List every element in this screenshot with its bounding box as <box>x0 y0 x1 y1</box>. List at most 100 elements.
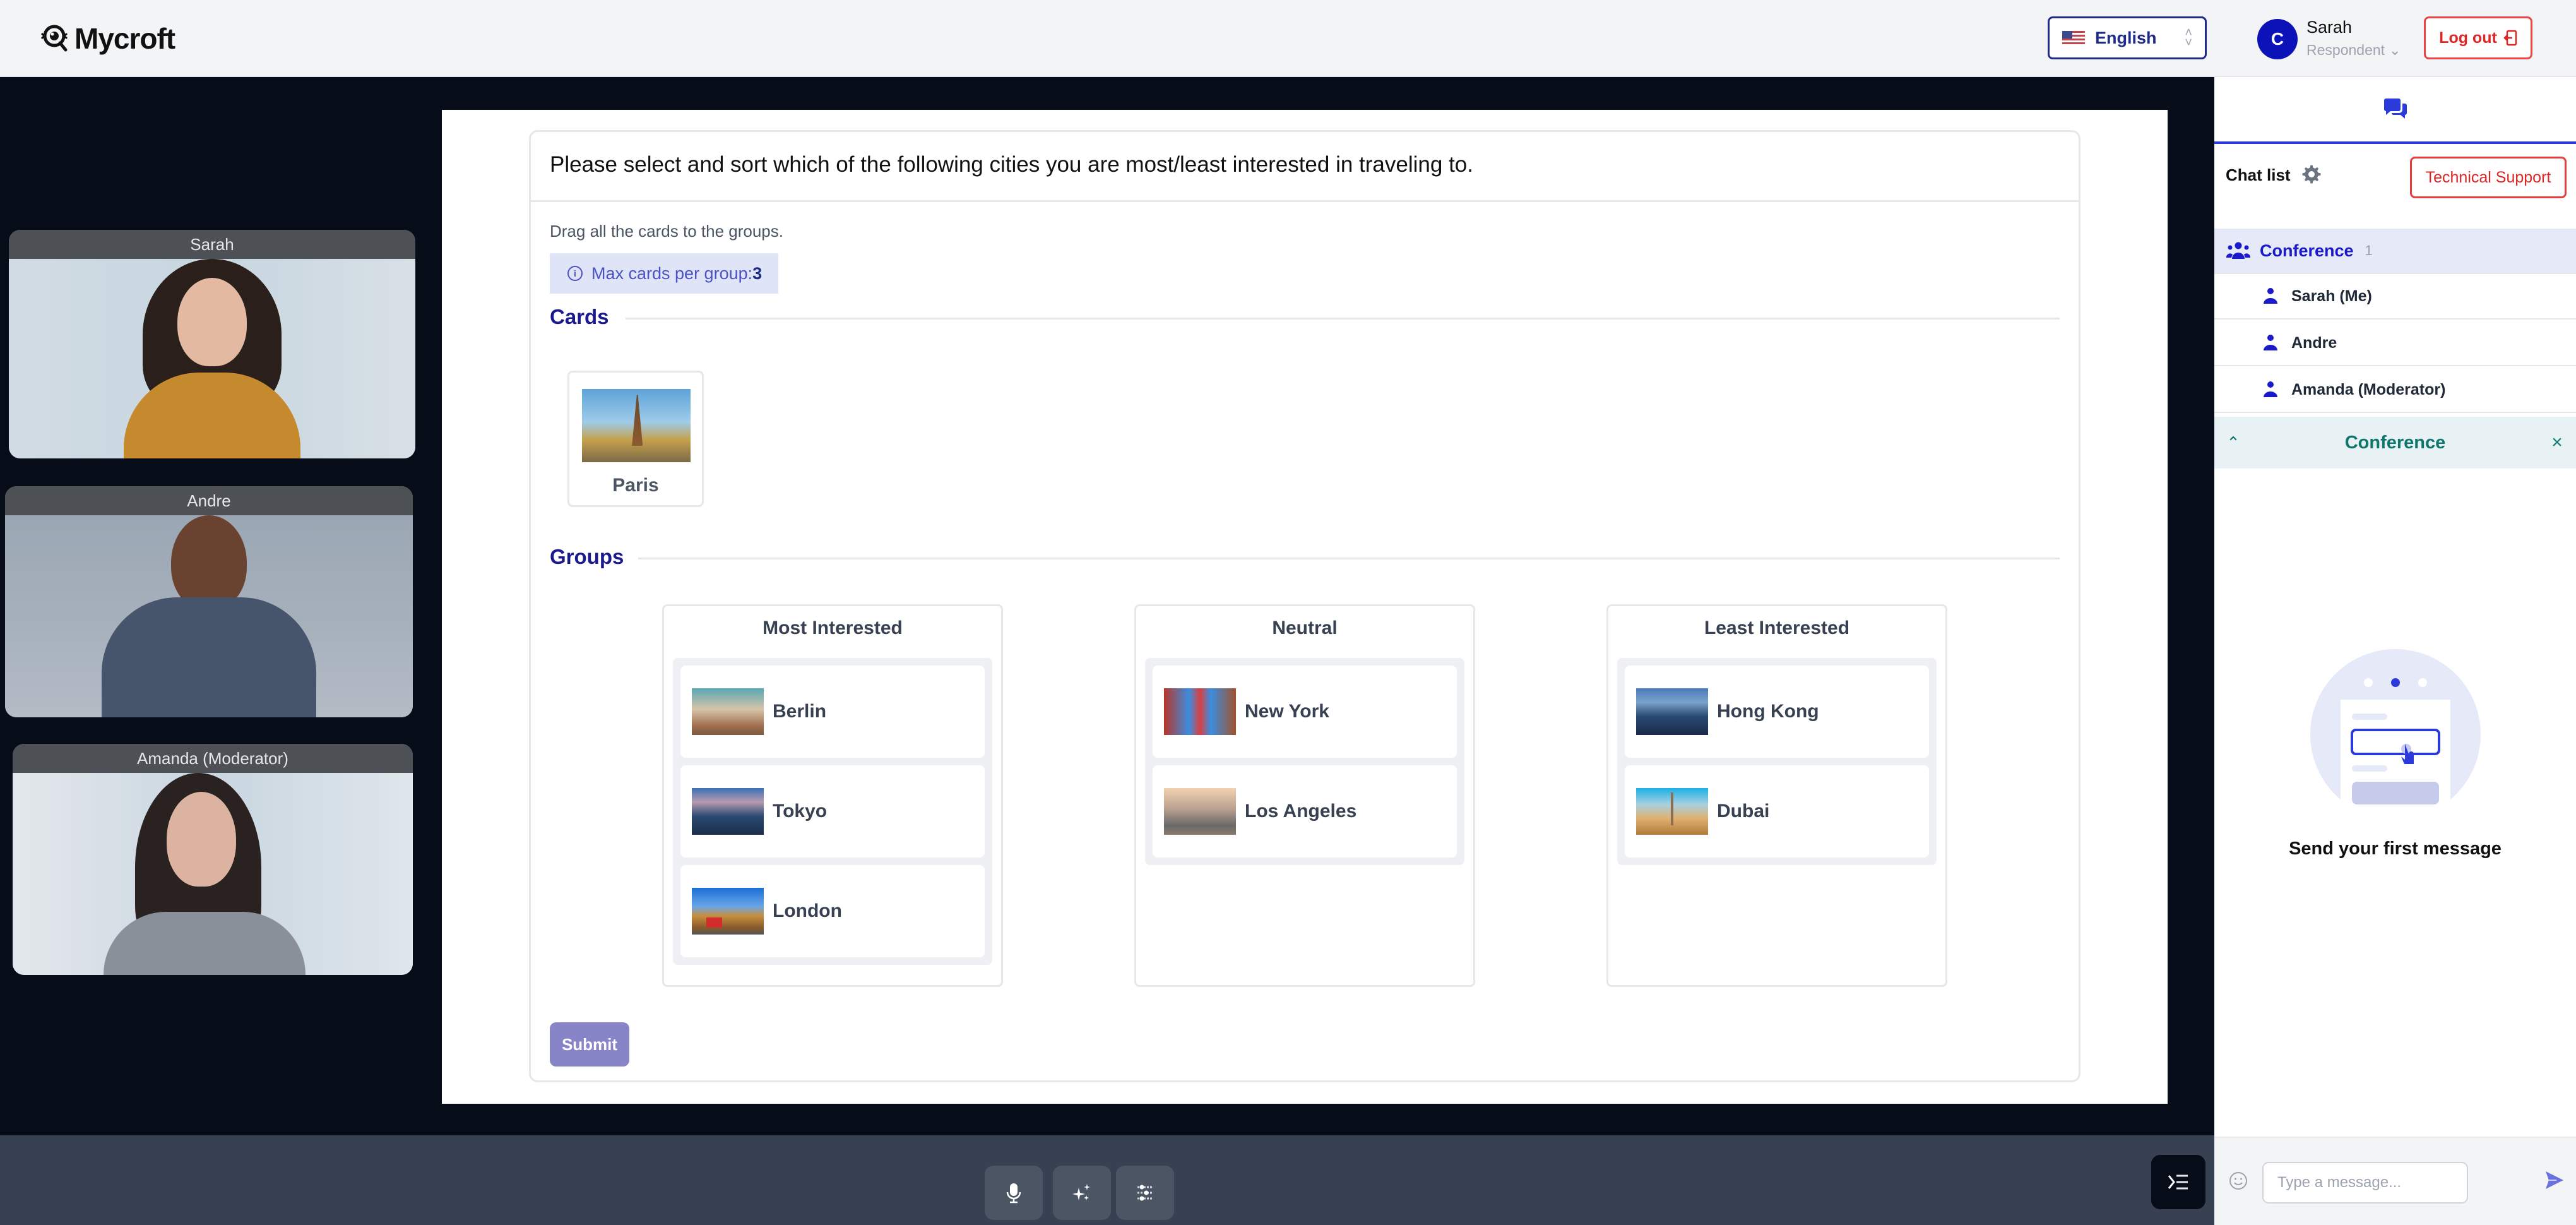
tab-chat[interactable] <box>2214 77 2576 144</box>
participant-name: Andre <box>5 486 413 515</box>
sorted-card-dubai[interactable]: Dubai <box>1625 765 1929 858</box>
collapse-menu-icon <box>2168 1174 2188 1190</box>
sorted-card-new-york[interactable]: New York <box>1153 666 1457 758</box>
group-neutral[interactable]: Neutral New York Los Angeles <box>1134 604 1475 987</box>
group-most-interested[interactable]: Most Interested Berlin Tokyo London <box>662 604 1003 987</box>
participant-name: Sarah <box>9 230 415 259</box>
question-text: Please select and sort which of the foll… <box>550 152 1473 177</box>
close-icon[interactable]: × <box>2538 432 2576 453</box>
chevron-up-icon[interactable]: ⌃ <box>2214 433 2252 453</box>
user-icon <box>2264 335 2277 350</box>
logout-icon <box>2503 30 2517 46</box>
language-label: English <box>2095 28 2157 47</box>
cards-section-title: Cards <box>550 305 609 328</box>
chat-item-member[interactable]: Sarah (Me) <box>2214 274 2576 320</box>
instruction-text: Drag all the cards to the groups. <box>550 222 783 241</box>
burj-khalifa-photo <box>1636 788 1708 835</box>
emoji-icon[interactable] <box>2228 1171 2248 1191</box>
sorted-card-los-angeles[interactable]: Los Angeles <box>1153 765 1457 858</box>
hollywood-street-photo <box>1164 788 1236 835</box>
chat-list-label: Chat list <box>2226 165 2291 184</box>
drop-zone[interactable]: Hong Kong Dubai <box>1617 658 1937 865</box>
sorted-card-hong-kong[interactable]: Hong Kong <box>1625 666 1929 758</box>
card-label: London <box>773 900 842 921</box>
chat-item-label: Sarah (Me) <box>2291 287 2372 305</box>
big-ben-photo <box>692 888 764 935</box>
divider <box>531 200 2079 202</box>
chevron-updown-icon: ˄ ˅ <box>2185 26 2192 50</box>
chat-panel: Chat list Technical Support Conference 1… <box>2214 77 2576 1225</box>
us-flag-icon <box>2062 31 2085 45</box>
language-select[interactable]: English ˄ ˅ <box>2048 16 2207 59</box>
chat-item-member[interactable]: Andre <box>2214 321 2576 366</box>
sparkles-icon <box>1072 1184 1090 1200</box>
draggable-card-paris[interactable]: Paris <box>567 371 704 507</box>
avatar[interactable]: C <box>2257 19 2298 59</box>
hong-kong-skyline-photo <box>1636 688 1708 735</box>
chat-item-label: Conference <box>2260 241 2354 260</box>
logout-button[interactable]: Log out <box>2424 16 2532 59</box>
sliders-icon <box>1137 1185 1153 1201</box>
top-header: Mycroft English ˄ ˅ C Sarah Respondent ⌄ … <box>0 0 2576 77</box>
card-label: Los Angeles <box>1245 801 1357 822</box>
effects-button[interactable] <box>1053 1166 1111 1220</box>
sorted-card-tokyo[interactable]: Tokyo <box>680 765 985 858</box>
user-icon <box>2264 288 2277 304</box>
message-input[interactable] <box>2262 1162 2468 1204</box>
toggle-panel-button[interactable] <box>2151 1155 2205 1209</box>
chat-item-member[interactable]: Amanda (Moderator) <box>2214 368 2576 413</box>
settings-button[interactable] <box>1116 1166 1174 1220</box>
chat-item-label: Amanda (Moderator) <box>2291 380 2446 398</box>
group-users-icon <box>2226 242 2251 259</box>
call-controls-bar <box>0 1135 2214 1225</box>
card-label: Dubai <box>1717 801 1770 822</box>
unread-count: 1 <box>2365 242 2373 258</box>
microphone-button[interactable] <box>985 1166 1043 1220</box>
video-feed <box>9 259 415 458</box>
card-label: New York <box>1245 701 1329 722</box>
sorted-card-berlin[interactable]: Berlin <box>680 666 985 758</box>
card-label: Paris <box>612 475 659 496</box>
chat-bubbles-icon <box>2383 99 2407 119</box>
technical-support-button[interactable]: Technical Support <box>2410 157 2567 198</box>
drop-zone[interactable]: Berlin Tokyo London <box>673 658 992 965</box>
info-icon: i <box>567 266 583 281</box>
survey-card: Please select and sort which of the foll… <box>529 130 2080 1082</box>
logo[interactable]: Mycroft <box>39 21 175 56</box>
chat-item-conference[interactable]: Conference 1 <box>2214 229 2576 274</box>
microphone-icon <box>1006 1183 1021 1204</box>
card-label: Tokyo <box>773 801 828 822</box>
tokyo-skyline-photo <box>692 788 764 835</box>
divider <box>626 318 2060 320</box>
user-name: Sarah <box>2306 18 2353 37</box>
groups-section-title: Groups <box>550 545 624 568</box>
user-icon <box>2264 381 2277 397</box>
logout-label: Log out <box>2439 28 2497 47</box>
video-tile-amanda[interactable]: Amanda (Moderator) <box>13 744 413 975</box>
chat-item-label: Andre <box>2291 333 2337 352</box>
group-title: Least Interested <box>1704 618 1850 638</box>
card-label: Berlin <box>773 701 827 722</box>
submit-button[interactable]: Submit <box>550 1022 629 1067</box>
video-tile-sarah[interactable]: Sarah <box>9 230 415 458</box>
sorted-card-london[interactable]: London <box>680 865 985 957</box>
send-icon[interactable] <box>2544 1169 2565 1191</box>
conversation-title: Conference <box>2344 432 2446 453</box>
max-cards-value: 3 <box>752 263 763 283</box>
user-role: Respondent <box>2306 42 2385 58</box>
video-feed <box>13 773 413 975</box>
video-feed <box>5 515 413 717</box>
eiffel-tower-photo <box>582 389 691 462</box>
app-name: Mycroft <box>74 22 175 55</box>
user-role-dropdown[interactable]: Respondent ⌄ <box>2306 42 2401 59</box>
chevron-down-icon: ⌄ <box>2389 42 2401 58</box>
card-label: Hong Kong <box>1717 701 1819 722</box>
drop-zone[interactable]: New York Los Angeles <box>1145 658 1464 865</box>
magnifier-eye-icon <box>40 25 68 52</box>
message-composer <box>2214 1137 2576 1225</box>
video-tile-andre[interactable]: Andre <box>5 486 413 717</box>
gear-icon[interactable] <box>2301 164 2322 184</box>
berlin-skyline-photo <box>692 688 764 735</box>
group-least-interested[interactable]: Least Interested Hong Kong Dubai <box>1606 604 1947 987</box>
max-cards-label: Max cards per group: <box>591 263 753 283</box>
